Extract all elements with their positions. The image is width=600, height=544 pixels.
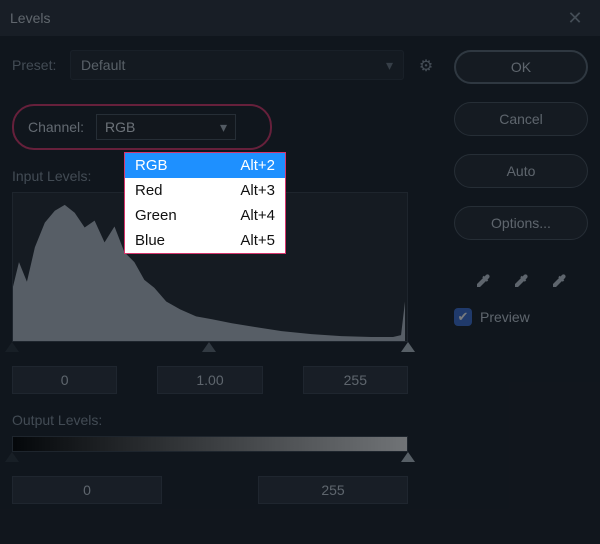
option-label: Red (135, 182, 163, 199)
option-label: Blue (135, 232, 165, 249)
option-shortcut: Alt+2 (240, 157, 275, 174)
channel-option-rgb[interactable]: RGB Alt+2 (125, 153, 285, 178)
channel-dropdown: RGB Alt+2 Red Alt+3 Green Alt+4 Blue Alt… (124, 152, 286, 254)
option-label: RGB (135, 157, 168, 174)
option-label: Green (135, 207, 177, 224)
option-shortcut: Alt+4 (240, 207, 275, 224)
channel-option-green[interactable]: Green Alt+4 (125, 203, 285, 228)
channel-option-red[interactable]: Red Alt+3 (125, 178, 285, 203)
channel-option-blue[interactable]: Blue Alt+5 (125, 228, 285, 253)
inactive-overlay (0, 0, 600, 544)
option-shortcut: Alt+5 (240, 232, 275, 249)
option-shortcut: Alt+3 (240, 182, 275, 199)
